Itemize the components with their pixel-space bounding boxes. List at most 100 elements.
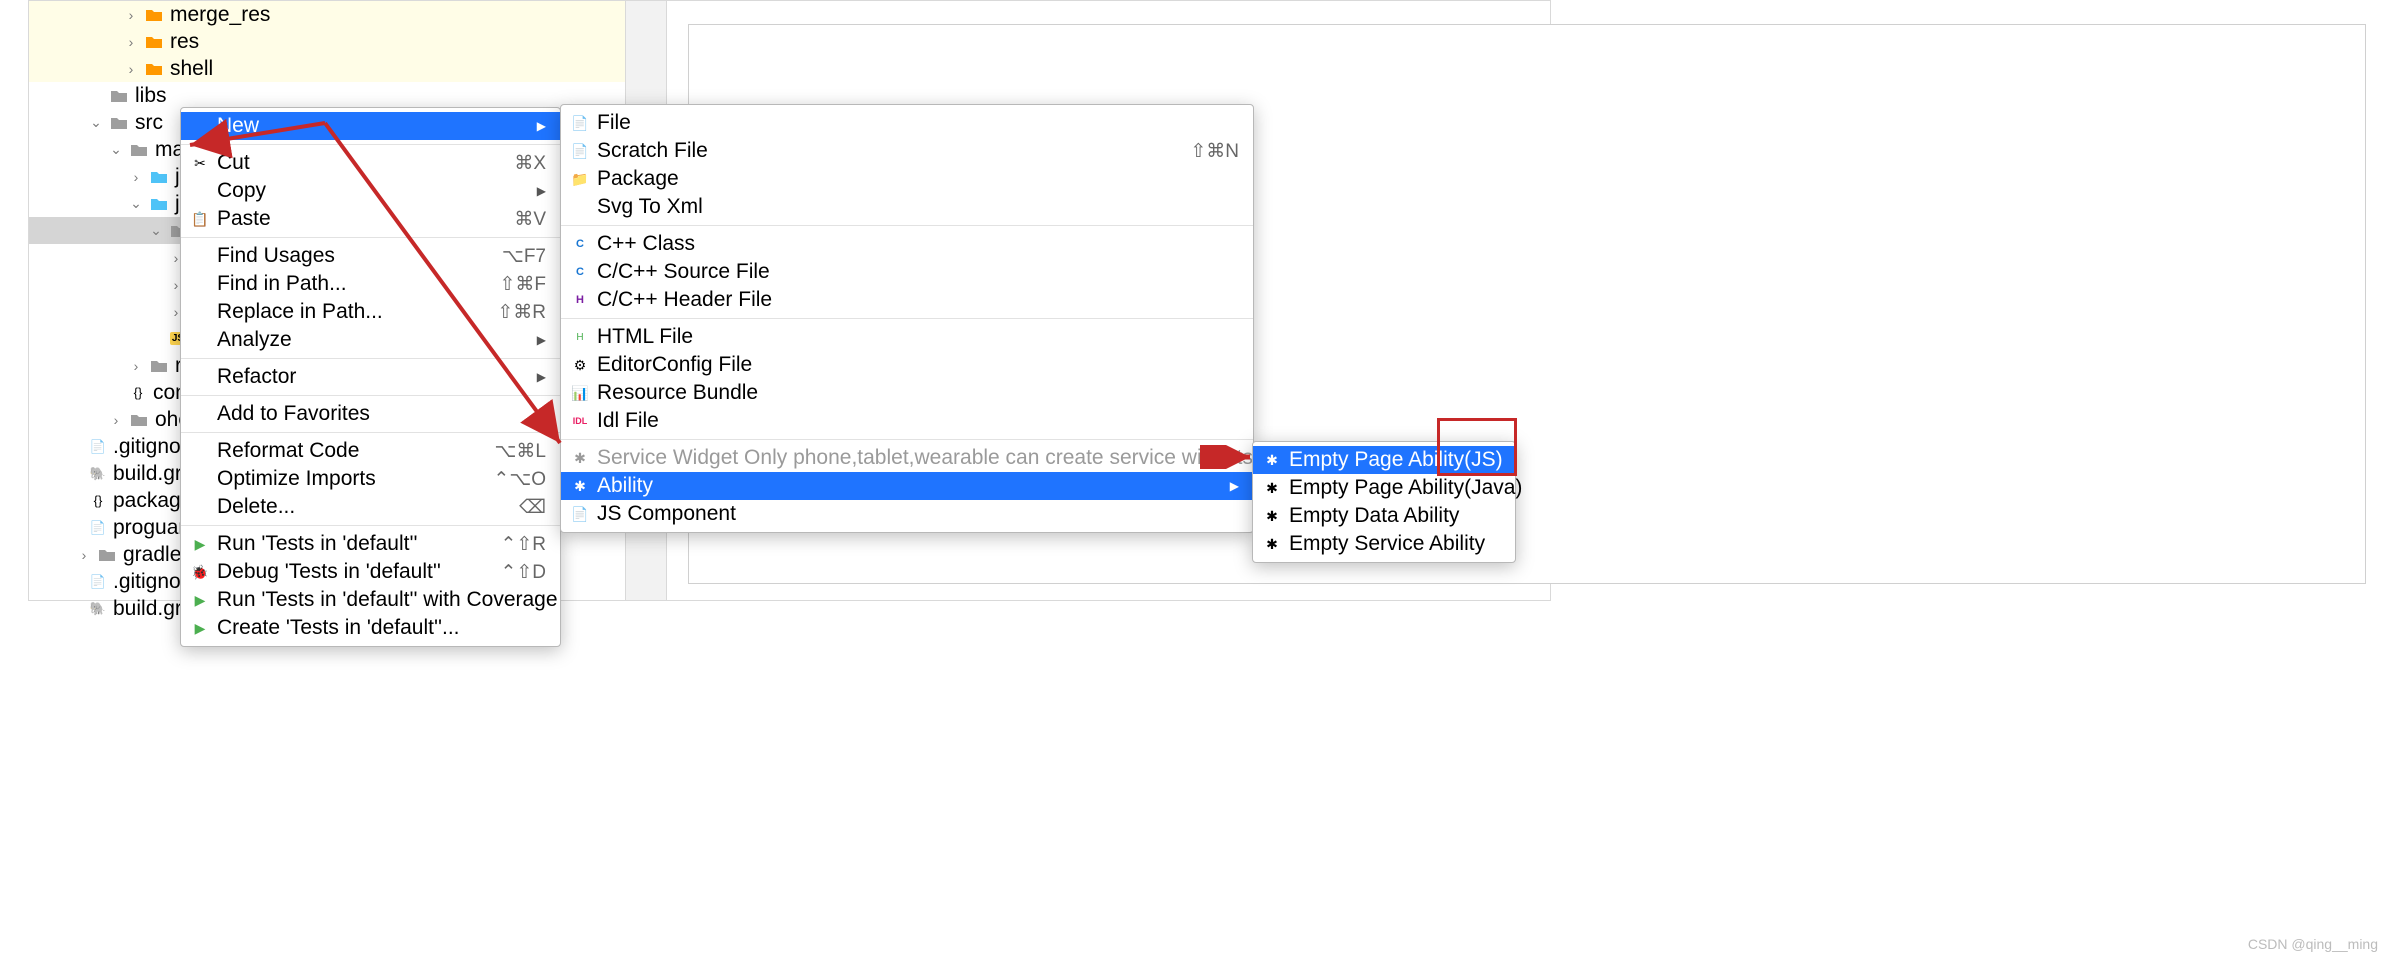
- menu-item-editorconfig[interactable]: ⚙EditorConfig File: [561, 351, 1253, 379]
- menu-item-idl[interactable]: IDLIdl File: [561, 407, 1253, 435]
- chevron-right-icon: ›: [124, 7, 138, 23]
- menu-item-svcwidget: ✱Service Widget Only phone,tablet,wearab…: [561, 444, 1253, 472]
- menu-label: Copy: [217, 179, 529, 203]
- menu-item-resbundle[interactable]: 📊 Resource Bundle: [561, 379, 1253, 407]
- tree-label: libs: [135, 84, 167, 108]
- menu-item-jscomp[interactable]: 📄JS Component: [561, 500, 1253, 528]
- menu-label: Ability: [597, 474, 1222, 498]
- shortcut: ⇧⌘F: [499, 273, 546, 296]
- menu-item-html[interactable]: H HTML File: [561, 323, 1253, 351]
- menu-label: C/C++ Source File: [597, 260, 1239, 284]
- annotation-highlight-box: [1437, 418, 1517, 476]
- chevron-right-icon: ›: [129, 169, 143, 185]
- menu-item-addfav[interactable]: Add to Favorites▶: [181, 400, 560, 428]
- folder-icon: [149, 169, 169, 185]
- menu-separator: [181, 525, 560, 526]
- menu-item-file[interactable]: 📄 File: [561, 109, 1253, 137]
- menu-label: Create 'Tests in 'default''...: [217, 616, 546, 640]
- menu-item-createtests[interactable]: ▶Create 'Tests in 'default''...: [181, 614, 560, 642]
- menu-label: Debug 'Tests in 'default'': [217, 560, 492, 584]
- shortcut: ⌃⌥O: [493, 468, 546, 491]
- menu-label: Resource Bundle: [597, 381, 1239, 405]
- menu-item-findpath[interactable]: Find in Path... ⇧⌘F: [181, 270, 560, 298]
- chevron-right-icon: ›: [77, 547, 91, 563]
- menu-item-runcov[interactable]: ▶ Run 'Tests in 'default'' with Coverage: [181, 586, 560, 614]
- shortcut: ⇧⌘N: [1190, 140, 1239, 163]
- coverage-icon: ▶: [191, 591, 209, 609]
- menu-item-csrc[interactable]: C C/C++ Source File: [561, 258, 1253, 286]
- menu-item-data-ability[interactable]: ✱Empty Data Ability: [1253, 502, 1515, 530]
- submenu-arrow-icon: ▶: [537, 333, 546, 347]
- menu-label: Reformat Code: [217, 439, 487, 463]
- menu-item-paste[interactable]: 📋Paste⌘V: [181, 205, 560, 233]
- menu-item-new[interactable]: New▶: [181, 112, 560, 140]
- menu-item-delete[interactable]: Delete... ⌫: [181, 493, 560, 521]
- menu-item-findusages[interactable]: Find Usages ⌥F7: [181, 242, 560, 270]
- menu-item-optimize[interactable]: Optimize Imports⌃⌥O: [181, 465, 560, 493]
- menu-label: Add to Favorites: [217, 402, 529, 426]
- menu-label: C/C++ Header File: [597, 288, 1239, 312]
- menu-label: Paste: [217, 207, 506, 231]
- menu-item-service-ability[interactable]: ✱Empty Service Ability: [1253, 530, 1515, 558]
- menu-separator: [561, 439, 1253, 440]
- menu-label: Empty Data Ability: [1289, 504, 1501, 528]
- shortcut: ⇧⌘R: [497, 301, 546, 324]
- menu-label: Run 'Tests in 'default'' with Coverage: [217, 588, 558, 612]
- json-file-icon: {}: [89, 492, 107, 510]
- menu-item-reformat[interactable]: Reformat Code⌥⌘L: [181, 437, 560, 465]
- menu-item-copy[interactable]: Copy▶: [181, 177, 560, 205]
- menu-label: Analyze: [217, 328, 529, 352]
- menu-separator: [181, 144, 560, 145]
- folder-icon: [109, 88, 129, 104]
- chevron-down-icon: ⌄: [109, 141, 123, 158]
- c-header-icon: H: [571, 291, 589, 309]
- tree-label: gradle: [123, 543, 181, 567]
- resource-bundle-icon: 📊: [571, 384, 589, 402]
- menu-item-chdr[interactable]: H C/C++ Header File: [561, 286, 1253, 314]
- folder-icon: [149, 358, 169, 374]
- menu-separator: [181, 395, 560, 396]
- menu-item-debugtests[interactable]: 🐞Debug 'Tests in 'default''⌃⇧D: [181, 558, 560, 586]
- menu-item-cppclass[interactable]: C C++ Class: [561, 230, 1253, 258]
- menu-label: Service Widget Only phone,tablet,wearabl…: [597, 446, 1253, 470]
- menu-item-replacepath[interactable]: Replace in Path...⇧⌘R: [181, 298, 560, 326]
- menu-item-ability[interactable]: ✱Ability▶: [561, 472, 1253, 500]
- cpp-icon: C: [571, 235, 589, 253]
- menu-item-package[interactable]: 📁Package: [561, 165, 1253, 193]
- shortcut: ⌫: [519, 496, 546, 519]
- tree-item-shell[interactable]: ›shell: [29, 55, 625, 82]
- folder-icon: [129, 412, 149, 428]
- file-icon: 📄: [571, 114, 589, 132]
- menu-label: Idl File: [597, 409, 1239, 433]
- tree-item-libs[interactable]: libs: [29, 82, 625, 109]
- chevron-down-icon: ⌄: [89, 114, 103, 131]
- menu-separator: [561, 318, 1253, 319]
- menu-item-cut[interactable]: ✂Cut⌘X: [181, 149, 560, 177]
- menu-separator: [181, 358, 560, 359]
- menu-label: C++ Class: [597, 232, 1239, 256]
- folder-icon: [149, 196, 169, 212]
- menu-label: Delete...: [217, 495, 511, 519]
- tree-item-merge-res[interactable]: ›merge_res: [29, 1, 625, 28]
- shortcut: ⌥F7: [502, 245, 546, 268]
- menu-label: Find in Path...: [217, 272, 491, 296]
- menu-label: HTML File: [597, 325, 1239, 349]
- json-file-icon: {}: [129, 384, 147, 402]
- folder-icon: [144, 61, 164, 77]
- menu-label: File: [597, 111, 1239, 135]
- html-icon: H: [571, 328, 589, 346]
- menu-item-svgxml[interactable]: Svg To Xml: [561, 193, 1253, 221]
- file-icon: 📄: [89, 573, 107, 591]
- menu-label: Find Usages: [217, 244, 494, 268]
- cut-icon: ✂: [191, 154, 209, 172]
- c-source-icon: C: [571, 263, 589, 281]
- folder-icon: [109, 115, 129, 131]
- menu-item-scratch[interactable]: 📄Scratch File⇧⌘N: [561, 137, 1253, 165]
- menu-item-page-ability-java[interactable]: ✱Empty Page Ability(Java): [1253, 474, 1515, 502]
- menu-item-refactor[interactable]: Refactor▶: [181, 363, 560, 391]
- menu-item-analyze[interactable]: Analyze ▶: [181, 326, 560, 354]
- menu-item-runtests[interactable]: ▶Run 'Tests in 'default''⌃⇧R: [181, 530, 560, 558]
- gradle-file-icon: 🐘: [89, 600, 107, 618]
- watermark: CSDN @qing__ming: [2248, 936, 2378, 952]
- tree-item-res[interactable]: ›res: [29, 28, 625, 55]
